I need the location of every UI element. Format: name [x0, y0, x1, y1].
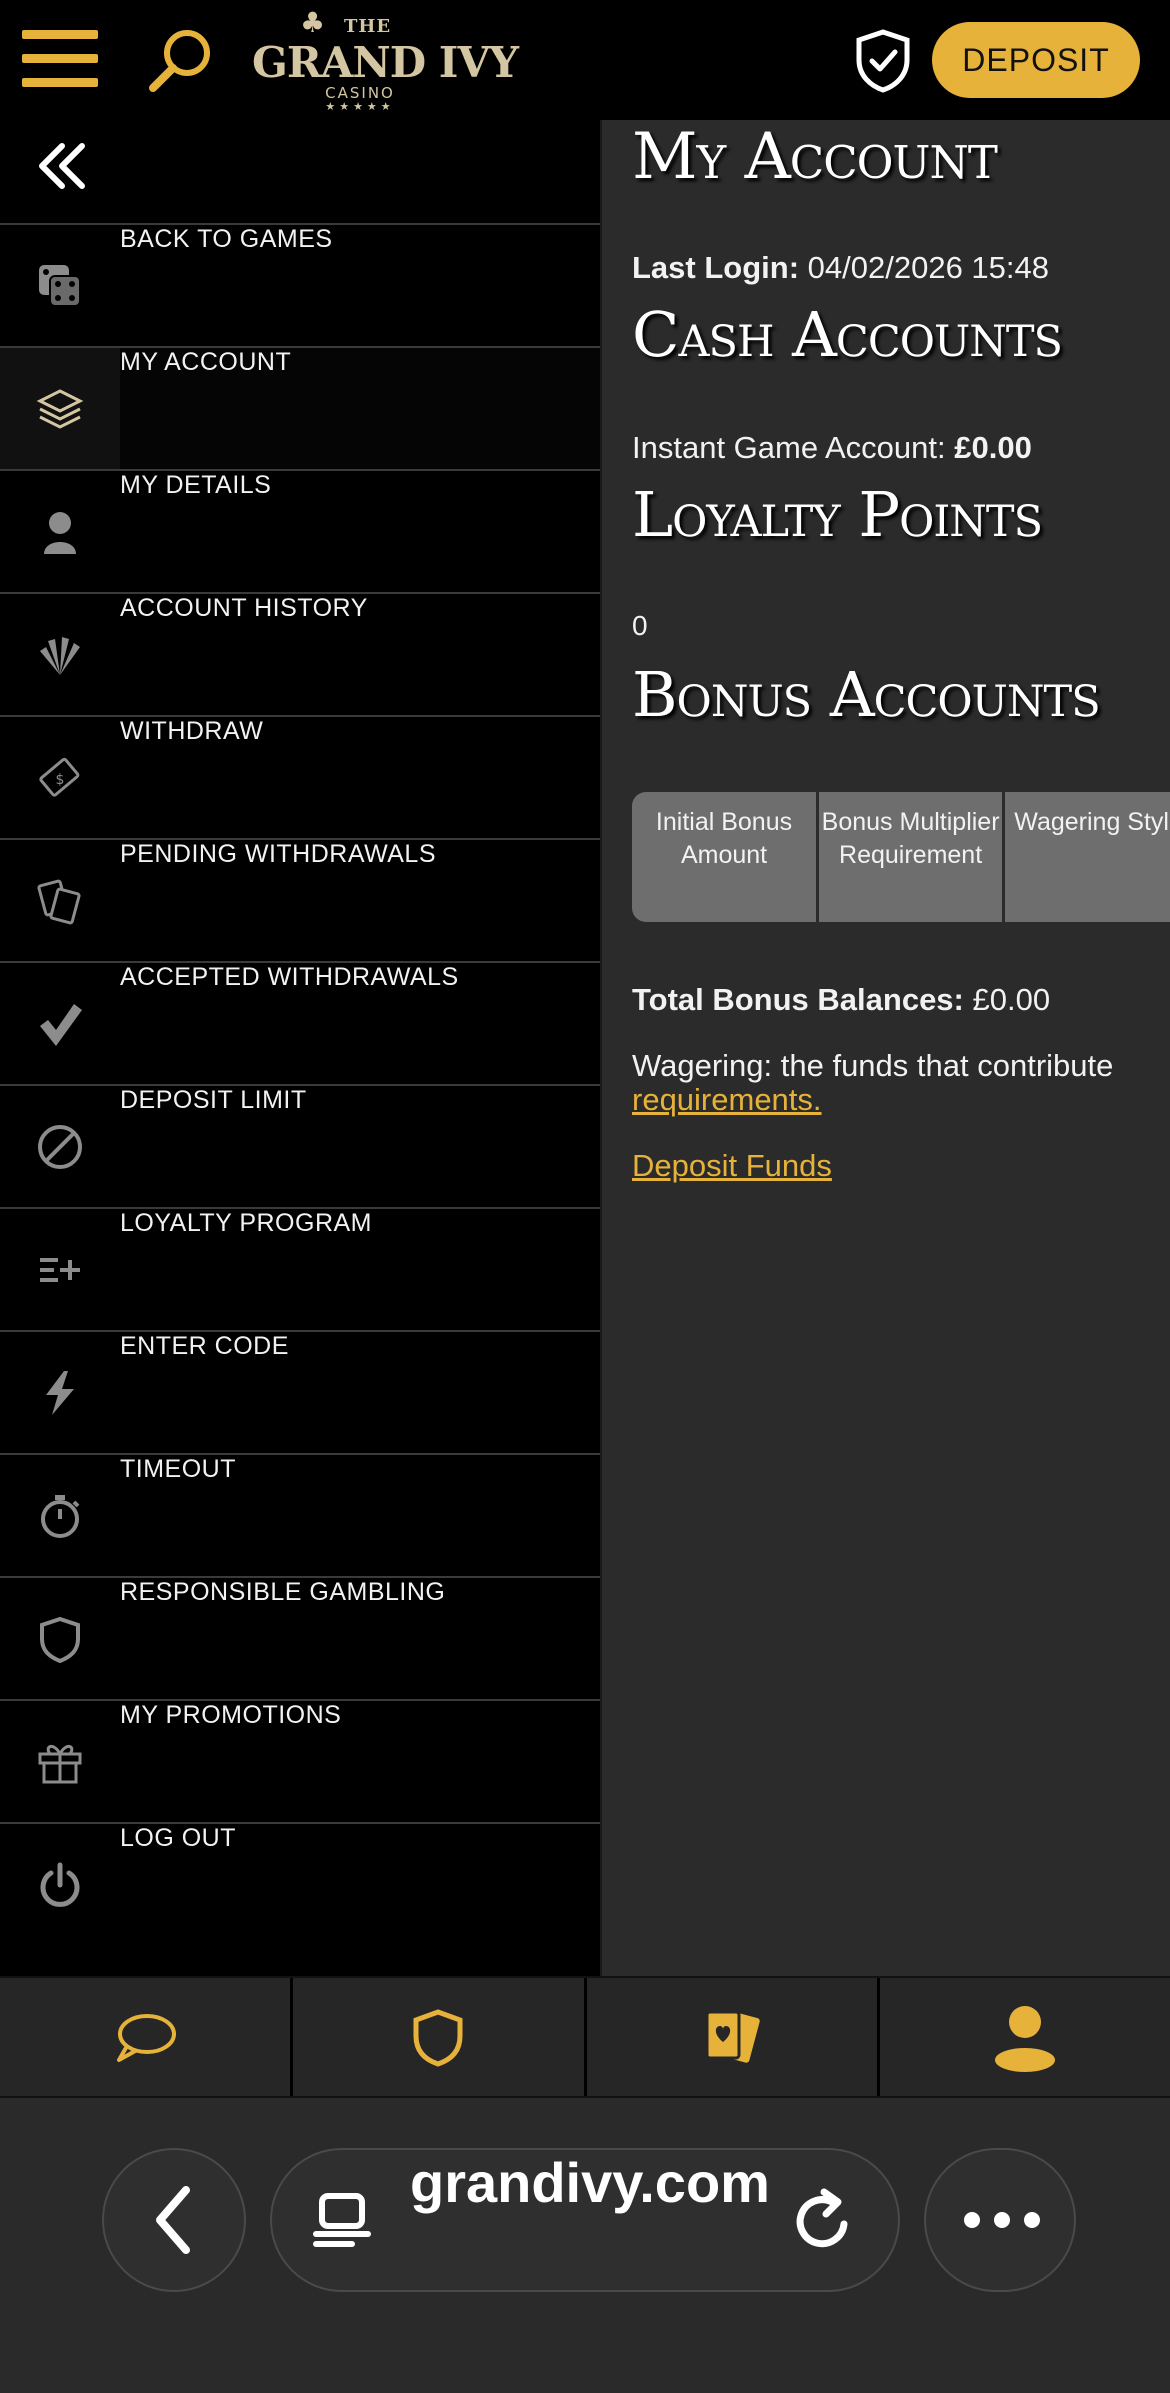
top-header: ♣ THE GRAND IVY CASINO ★★★★★ DEPOSIT: [0, 0, 1170, 120]
wagering-text: Wagering: the funds that contribute: [632, 1048, 1114, 1083]
chat-icon: [117, 2014, 177, 2062]
browser-toolbar: grandivy.com: [0, 2096, 1170, 2393]
last-login-line: Last Login: 04/02/2026 15:48: [632, 250, 1049, 286]
security-shield-icon[interactable]: [853, 28, 913, 94]
collapse-sidebar-icon[interactable]: [34, 138, 90, 194]
last-login-label: Last Login:: [632, 250, 800, 285]
svg-text:$: $: [56, 772, 65, 788]
browser-back-button[interactable]: [102, 2148, 246, 2292]
requirements-link[interactable]: requirements.: [632, 1082, 822, 1118]
sidebar-item-label: ACCEPTED WITHDRAWALS: [120, 963, 459, 991]
dice-icon: [0, 225, 120, 346]
sidebar-item-label: MY PROMOTIONS: [120, 1701, 342, 1729]
sidebar-item-label: ENTER CODE: [120, 1332, 289, 1360]
chevron-left-icon: [156, 2186, 190, 2254]
power-icon: [0, 1824, 120, 1945]
stopwatch-icon: [0, 1455, 120, 1576]
sidebar-item-label: MY ACCOUNT: [120, 348, 292, 376]
instant-game-label: Instant Game Account:: [632, 430, 946, 465]
sidebar-item-label: DEPOSIT LIMIT: [120, 1086, 307, 1114]
sidebar-item-label: TIMEOUT: [120, 1455, 236, 1483]
sidebar-item-my-details[interactable]: MY DETAILS: [0, 469, 600, 592]
user-icon: [994, 2006, 1055, 2072]
sidebar-item-label: PENDING WITHDRAWALS: [120, 840, 436, 868]
hamburger-menu-icon[interactable]: [22, 30, 98, 88]
grand-ivy-logo[interactable]: ♣ THE GRAND IVY CASINO ★★★★★: [252, 6, 519, 114]
tab-chat[interactable]: [0, 1978, 294, 2098]
lightning-icon: [0, 1332, 120, 1453]
sidebar-item-loyalty-program[interactable]: LOYALTY PROGRAM: [0, 1207, 600, 1330]
sidebar-item-pending-withdrawals[interactable]: PENDING WITHDRAWALS: [0, 838, 600, 961]
sidebar-item-back-to-games[interactable]: BACK TO GAMES: [0, 223, 600, 346]
account-sidebar: BACK TO GAMES MY ACCOUNT MY DETAILS ACCO…: [0, 120, 600, 1976]
tab-security[interactable]: [293, 1978, 587, 2098]
cards-icon: [0, 840, 120, 961]
clover-icon: ♣: [300, 6, 326, 39]
sidebar-item-accepted-withdrawals[interactable]: ACCEPTED WITHDRAWALS: [0, 961, 600, 1084]
page-title: My Account: [632, 120, 998, 194]
sidebar-item-label: MY DETAILS: [120, 471, 272, 499]
fan-icon: [0, 594, 120, 715]
person-icon: [0, 471, 120, 592]
tabs-icon: [313, 2193, 371, 2247]
layers-icon: [0, 348, 120, 469]
search-icon[interactable]: [145, 25, 215, 95]
address-bar[interactable]: grandivy.com: [270, 2148, 900, 2292]
money-icon: $: [0, 717, 120, 838]
shield-icon: [0, 1578, 120, 1699]
checkmark-icon: [0, 963, 120, 1084]
gift-icon: [0, 1701, 120, 1822]
instant-game-account-line: Instant Game Account: £0.00: [632, 430, 1032, 466]
loyalty-points-value: 0: [632, 610, 648, 641]
cash-accounts-heading: Cash Accounts: [632, 298, 1063, 371]
shield-icon: [413, 2009, 463, 2067]
account-menu: BACK TO GAMES MY ACCOUNT MY DETAILS ACCO…: [0, 223, 600, 1945]
deposit-button[interactable]: DEPOSIT: [932, 22, 1140, 98]
total-bonus-value: £0.00: [972, 982, 1051, 1017]
tab-profile[interactable]: [880, 1978, 1170, 2098]
tab-games[interactable]: [587, 1978, 880, 2098]
total-bonus-label: Total Bonus Balances:: [632, 982, 964, 1017]
cards-heart-icon: [705, 2010, 760, 2063]
sidebar-item-enter-code[interactable]: ENTER CODE: [0, 1330, 600, 1453]
browser-more-button[interactable]: [924, 2148, 1076, 2292]
reload-icon: [796, 2188, 848, 2248]
bottom-tab-bar: [0, 1976, 1170, 2098]
sidebar-item-label: WITHDRAW: [120, 717, 264, 745]
loyalty-points-heading: Loyalty Points: [632, 478, 1043, 551]
table-header-cell: Bonus Multiplier Requirement: [819, 792, 1003, 922]
sidebar-item-label: RESPONSIBLE GAMBLING: [120, 1578, 446, 1606]
sidebar-item-withdraw[interactable]: $ WITHDRAW: [0, 715, 600, 838]
last-login-value: 04/02/2026 15:48: [807, 250, 1050, 285]
bonus-table-header: Initial Bonus Amount Bonus Multiplier Re…: [632, 792, 1170, 922]
table-header-cell: Wagering Style: [1005, 792, 1170, 922]
sidebar-item-label: LOG OUT: [120, 1824, 237, 1852]
sidebar-item-label: LOYALTY PROGRAM: [120, 1209, 373, 1237]
deposit-funds-link[interactable]: Deposit Funds: [632, 1148, 832, 1184]
sidebar-item-timeout[interactable]: TIMEOUT: [0, 1453, 600, 1576]
sidebar-item-log-out[interactable]: LOG OUT: [0, 1822, 600, 1945]
url-text: grandivy.com: [410, 2151, 770, 2214]
list-plus-icon: [0, 1209, 120, 1330]
bonus-accounts-heading: Bonus Accounts: [632, 658, 1101, 731]
prohibit-icon: [0, 1086, 120, 1207]
total-bonus-line: Total Bonus Balances: £0.00: [632, 982, 1050, 1018]
sidebar-item-label: BACK TO GAMES: [120, 225, 333, 253]
sidebar-item-account-history[interactable]: ACCOUNT HISTORY: [0, 592, 600, 715]
sidebar-item-my-promotions[interactable]: MY PROMOTIONS: [0, 1699, 600, 1822]
sidebar-item-responsible-gambling[interactable]: RESPONSIBLE GAMBLING: [0, 1576, 600, 1699]
more-dots-icon: [964, 2212, 1040, 2228]
sidebar-item-label: ACCOUNT HISTORY: [120, 594, 368, 622]
sidebar-item-my-account[interactable]: MY ACCOUNT: [0, 346, 600, 469]
instant-game-value: £0.00: [954, 430, 1032, 465]
sidebar-item-deposit-limit[interactable]: DEPOSIT LIMIT: [0, 1084, 600, 1207]
table-header-cell: Initial Bonus Amount: [632, 792, 817, 922]
account-content: My Account Last Login: 04/02/2026 15:48 …: [600, 120, 1170, 1976]
